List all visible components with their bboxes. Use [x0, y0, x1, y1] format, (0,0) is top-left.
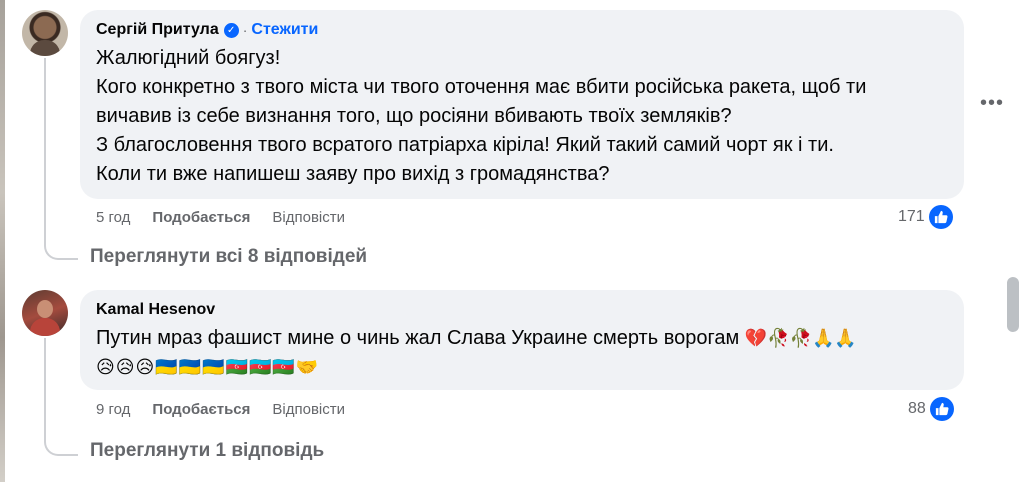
separator-dot: ·: [242, 22, 248, 38]
comment-actions: 5 год Подобається Відповісти: [96, 209, 345, 226]
comment-line: Жалюгідний боягуз!: [96, 47, 281, 69]
comment-line: Путин мраз фашист мине о чинь жал Слава …: [96, 327, 740, 349]
reaction-summary[interactable]: 171: [898, 205, 953, 229]
comment-author[interactable]: Сергій Притула: [96, 21, 219, 39]
scrollbar-thumb[interactable]: [1007, 277, 1019, 332]
reaction-count: 88: [908, 400, 926, 417]
comment-bubble: Сергій Притула ✓ · Стежити Жалюгідний бо…: [80, 10, 964, 199]
thumbs-up-icon: [929, 397, 954, 421]
reaction-count: 171: [898, 208, 925, 225]
comment-actions: 9 год Подобається Відповісти: [96, 401, 345, 418]
comment-time[interactable]: 5 год: [96, 209, 130, 226]
comment-line: Кого конкретно з твого міста чи твого от…: [96, 76, 867, 98]
thread-curve: [44, 436, 78, 456]
like-button[interactable]: Подобається: [152, 209, 250, 226]
reply-button[interactable]: Відповісти: [272, 209, 345, 226]
background-edge: [0, 0, 5, 482]
comment-text: Путин мраз фашист мине о чинь жал Слава …: [96, 324, 952, 353]
avatar[interactable]: [22, 290, 68, 336]
emoji-line: 😥😥😥🇺🇦🇺🇦🇺🇦🇦🇿🇦🇿🇦🇿🤝: [96, 357, 320, 377]
more-options-icon[interactable]: •••: [980, 92, 1004, 115]
comment-line: вичавив із себе визнання того, що росіян…: [96, 105, 732, 127]
like-button[interactable]: Подобається: [152, 401, 250, 418]
avatar[interactable]: [22, 10, 68, 56]
reaction-summary[interactable]: 88: [908, 397, 954, 421]
thread-curve: [44, 240, 78, 260]
comment-line: Коли ти вже напишеш заяву про вихід з гр…: [96, 163, 610, 185]
comment-line: З благословення твого всратого патріарха…: [96, 134, 834, 156]
follow-button[interactable]: Стежити: [251, 21, 318, 39]
thumbs-up-icon: [928, 205, 953, 229]
reply-button[interactable]: Відповісти: [272, 401, 345, 418]
comment-bubble: Kamal Hesenov Путин мраз фашист мине о ч…: [80, 290, 964, 390]
verified-check-icon: ✓: [223, 22, 239, 38]
view-replies-link[interactable]: Переглянути 1 відповідь: [90, 440, 324, 462]
comment-text: Жалюгідний боягуз! Кого конкретно з твог…: [96, 44, 952, 189]
thread-line: [44, 338, 46, 442]
comment-time[interactable]: 9 год: [96, 401, 130, 418]
comment-author[interactable]: Kamal Hesenov: [96, 301, 215, 319]
emoji-group: 💔🥀🥀🙏🙏: [744, 328, 857, 348]
thread-line: [44, 58, 46, 244]
view-replies-link[interactable]: Переглянути всі 8 відповідей: [90, 246, 367, 268]
